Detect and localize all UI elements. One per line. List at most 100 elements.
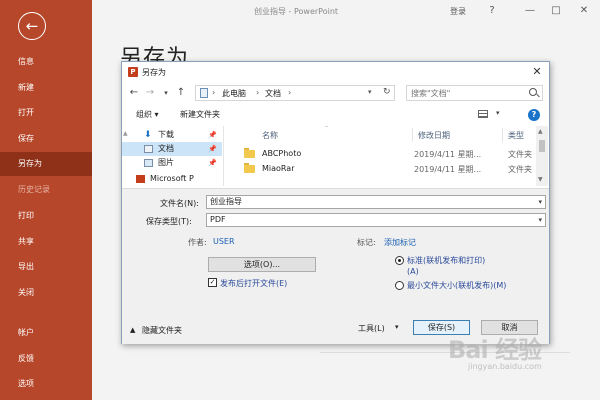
filetype-select[interactable]: PDF ▾ — [206, 213, 546, 227]
address-dropdown-icon[interactable]: ▾ — [368, 88, 372, 96]
powerpoint-icon — [136, 175, 145, 183]
sidebar-item-save[interactable]: 保存 — [0, 127, 92, 151]
chevron-down-icon[interactable]: ▾ — [538, 214, 542, 226]
search-box[interactable] — [406, 85, 543, 101]
breadcrumb-documents[interactable]: 文档 — [265, 88, 281, 99]
pin-icon: 📌 — [208, 145, 217, 153]
sidebar-item-open[interactable]: 打开 — [0, 101, 92, 125]
tags-label: 标记: — [357, 238, 376, 247]
sidebar-item-close[interactable]: 关闭 — [0, 281, 92, 305]
save-as-dialog: P 另存为 ✕ ← → ▾ ↑ › 此电脑 › 文档 › ▾ ↻ 组织 ▾ 新建… — [121, 61, 550, 344]
breadcrumb-this-pc[interactable]: 此电脑 — [222, 88, 246, 99]
back-nav-icon[interactable]: ← — [128, 86, 140, 100]
file-list-scrollbar[interactable]: ▲ ▼ — [536, 126, 548, 186]
back-arrow-icon: ← — [25, 16, 39, 35]
nav-item-pictures[interactable]: 图片 📌 — [122, 156, 222, 170]
help-button[interactable]: ? — [484, 4, 500, 18]
dialog-titlebar: P 另存为 ✕ — [122, 62, 549, 82]
file-row[interactable]: MiaoRar 2019/4/11 星期... 文件夹 — [238, 163, 538, 176]
column-divider[interactable] — [412, 128, 413, 142]
sidebar-item-info[interactable]: 信息 — [0, 50, 92, 74]
open-after-publish-label[interactable]: 发布后打开文件(E) — [220, 278, 287, 289]
login-link[interactable]: 登录 — [450, 6, 466, 17]
view-options-icon[interactable] — [478, 110, 488, 118]
sidebar-item-print[interactable]: 打印 — [0, 204, 92, 228]
column-header-name[interactable]: 名称 — [262, 130, 278, 141]
column-header-type[interactable]: 类型 — [508, 130, 524, 141]
sidebar-item-history[interactable]: 历史记录 — [0, 178, 92, 202]
view-dropdown-icon[interactable]: ▾ — [496, 109, 500, 117]
column-header-date[interactable]: 修改日期 — [418, 130, 450, 141]
filename-value: 创业指导 — [210, 197, 242, 206]
file-type: 文件夹 — [508, 150, 532, 159]
filename-field[interactable]: 创业指导 ▾ — [206, 195, 546, 209]
sidebar-item-account[interactable]: 帐户 — [0, 321, 92, 345]
folder-icon — [244, 163, 255, 173]
filename-label: 文件名(N): — [160, 199, 199, 208]
file-name: ABCPhoto — [262, 149, 302, 158]
restore-button[interactable]: □ — [548, 4, 564, 18]
tools-button[interactable]: 工具(L) — [358, 323, 385, 334]
minimize-button[interactable]: — — [522, 4, 538, 18]
open-after-publish-checkbox[interactable]: ✓ — [208, 278, 217, 287]
search-icon[interactable] — [529, 88, 537, 96]
help-icon[interactable]: ? — [528, 109, 540, 121]
sidebar-item-save-as[interactable]: 另存为 — [0, 152, 92, 176]
minimum-size-radio-label[interactable]: 最小文件大小(联机发布)(M) — [407, 280, 517, 291]
picture-icon — [144, 159, 153, 167]
nav-item-downloads[interactable]: ⬇ 下载 📌 — [122, 128, 222, 142]
file-type: 文件夹 — [508, 165, 532, 174]
recent-dropdown-icon[interactable]: ▾ — [160, 86, 172, 100]
file-date: 2019/4/11 星期... — [414, 165, 482, 174]
standard-radio[interactable] — [395, 256, 404, 265]
file-date: 2019/4/11 星期... — [414, 150, 482, 159]
back-button[interactable]: ← — [18, 12, 46, 40]
close-window-button[interactable]: ✕ — [576, 4, 592, 18]
dialog-toolbar: 组织 ▾ 新建文件夹 ▾ ? — [122, 106, 549, 124]
sort-ascending-icon: ⌃ — [324, 126, 330, 132]
navigation-pane: ▲ ⬇ 下载 📌 文档 📌 图片 📌 Microsoft P — [122, 126, 224, 186]
file-row[interactable]: ABCPhoto 2019/4/11 星期... 文件夹 — [238, 148, 538, 161]
scroll-up-icon[interactable]: ▲ — [538, 128, 543, 135]
column-divider[interactable] — [502, 128, 503, 142]
scroll-down-icon[interactable]: ▼ — [538, 176, 543, 183]
nav-item-powerpoint[interactable]: Microsoft P — [122, 172, 222, 186]
powerpoint-icon: P — [128, 67, 138, 77]
scrollbar-thumb[interactable] — [539, 140, 545, 152]
refresh-icon[interactable]: ↻ — [383, 87, 391, 97]
sidebar-item-export[interactable]: 导出 — [0, 255, 92, 279]
search-input[interactable] — [411, 88, 521, 99]
sidebar-item-share[interactable]: 共享 — [0, 230, 92, 254]
pin-icon: 📌 — [208, 131, 217, 139]
standard-radio-label[interactable]: 标准(联机发布和打印) (A) — [407, 255, 517, 277]
dialog-title: 另存为 — [142, 68, 166, 77]
chevron-right-icon: › — [212, 88, 216, 97]
filetype-value: PDF — [210, 215, 226, 224]
dialog-close-button[interactable]: ✕ — [530, 65, 544, 79]
tools-dropdown-icon[interactable]: ▾ — [395, 323, 399, 331]
sidebar-item-feedback[interactable]: 反馈 — [0, 347, 92, 371]
sidebar-item-options[interactable]: 选项 — [0, 372, 92, 396]
chevron-up-icon[interactable]: ▲ — [130, 326, 135, 334]
address-bar[interactable]: › 此电脑 › 文档 › ▾ ↻ — [195, 85, 395, 101]
add-tags-link[interactable]: 添加标记 — [384, 237, 416, 248]
download-icon: ⬇ — [144, 130, 152, 140]
nav-item-label: 下载 — [158, 130, 174, 139]
author-value[interactable]: USER — [213, 237, 235, 246]
up-nav-icon[interactable]: ↑ — [175, 86, 187, 100]
computer-icon — [200, 88, 208, 98]
chevron-down-icon[interactable]: ▾ — [538, 196, 542, 208]
nav-item-documents[interactable]: 文档 📌 — [122, 142, 222, 156]
nav-item-label: Microsoft P — [150, 174, 194, 183]
pin-icon: 📌 — [208, 159, 217, 167]
new-folder-button[interactable]: 新建文件夹 — [180, 109, 220, 120]
forward-nav-icon[interactable]: → — [144, 86, 156, 100]
options-button[interactable]: 选项(O)... — [208, 257, 316, 272]
sidebar-item-new[interactable]: 新建 — [0, 76, 92, 100]
organize-button[interactable]: 组织 ▾ — [136, 109, 159, 120]
document-icon — [144, 145, 153, 153]
hide-folders-button[interactable]: 隐藏文件夹 — [142, 325, 182, 336]
window-titlebar: 创业指导 - PowerPoint 登录 ? — □ ✕ — [92, 0, 600, 22]
minimum-size-radio[interactable] — [395, 281, 404, 290]
save-form: 文件名(N): 创业指导 ▾ 保存类型(T): PDF ▾ 作者: USER 标… — [122, 188, 549, 344]
